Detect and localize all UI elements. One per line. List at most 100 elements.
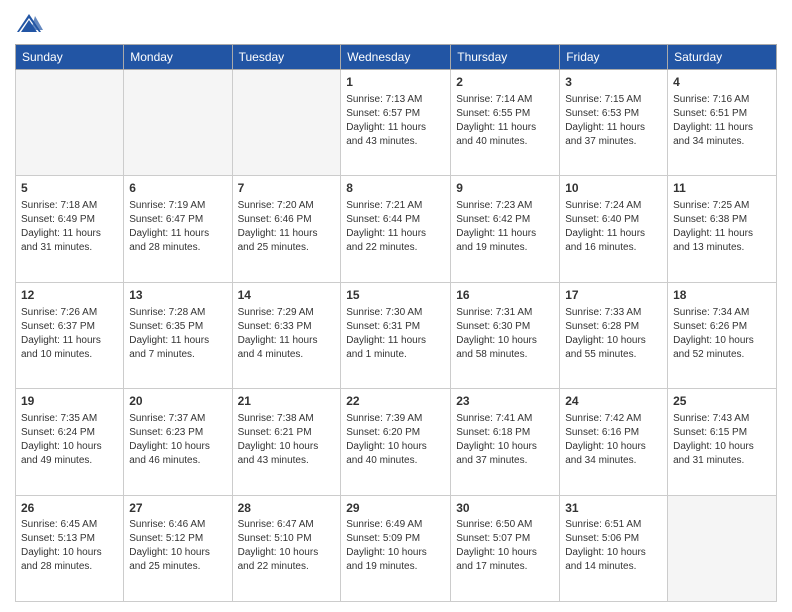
calendar-cell xyxy=(124,70,232,176)
calendar-cell: 5 Sunrise: 7:18 AM Sunset: 6:49 PM Daylig… xyxy=(16,176,124,282)
calendar-cell: 10Sunrise: 7:24 AM Sunset: 6:40 PM Dayli… xyxy=(560,176,668,282)
day-info: Sunrise: 7:35 AM Sunset: 6:24 PM Dayligh… xyxy=(21,412,118,468)
day-info: Sunrise: 7:13 AM Sunset: 6:57 PM Dayligh… xyxy=(346,93,445,149)
calendar-cell: 31Sunrise: 6:51 AM Sunset: 5:06 PM Dayli… xyxy=(560,495,668,601)
day-info: Sunrise: 7:19 AM Sunset: 6:47 PM Dayligh… xyxy=(129,199,226,255)
day-info: Sunrise: 7:41 AM Sunset: 6:18 PM Dayligh… xyxy=(456,412,554,468)
calendar-cell: 2 Sunrise: 7:14 AM Sunset: 6:55 PM Daylig… xyxy=(451,70,560,176)
day-number: 20 xyxy=(129,393,226,410)
day-info: Sunrise: 7:29 AM Sunset: 6:33 PM Dayligh… xyxy=(238,306,336,362)
day-number: 4 xyxy=(673,74,771,91)
calendar-cell: 27Sunrise: 6:46 AM Sunset: 5:12 PM Dayli… xyxy=(124,495,232,601)
calendar-cell: 29Sunrise: 6:49 AM Sunset: 5:09 PM Dayli… xyxy=(341,495,451,601)
logo xyxy=(15,10,47,38)
day-info: Sunrise: 6:50 AM Sunset: 5:07 PM Dayligh… xyxy=(456,518,554,574)
day-info: Sunrise: 7:16 AM Sunset: 6:51 PM Dayligh… xyxy=(673,93,771,149)
day-number: 25 xyxy=(673,393,771,410)
day-number: 17 xyxy=(565,287,662,304)
logo-icon xyxy=(15,10,43,38)
day-info: Sunrise: 6:49 AM Sunset: 5:09 PM Dayligh… xyxy=(346,518,445,574)
calendar-cell: 3Sunrise: 7:15 AM Sunset: 6:53 PM Daylig… xyxy=(560,70,668,176)
day-number: 14 xyxy=(238,287,336,304)
calendar-cell xyxy=(668,495,777,601)
calendar-cell: 12 Sunrise: 7:26 AM Sunset: 6:37 PM Dayli… xyxy=(16,282,124,388)
day-number: 7 xyxy=(238,180,336,197)
calendar-cell: 8 Sunrise: 7:21 AM Sunset: 6:44 PM Daylig… xyxy=(341,176,451,282)
day-info: Sunrise: 7:31 AM Sunset: 6:30 PM Dayligh… xyxy=(456,306,554,362)
calendar-cell: 26Sunrise: 6:45 AM Sunset: 5:13 PM Dayli… xyxy=(16,495,124,601)
calendar-cell: 15Sunrise: 7:30 AM Sunset: 6:31 PM Dayli… xyxy=(341,282,451,388)
day-info: Sunrise: 7:25 AM Sunset: 6:38 PM Dayligh… xyxy=(673,199,771,255)
day-number: 8 xyxy=(346,180,445,197)
day-number: 27 xyxy=(129,500,226,517)
day-info: Sunrise: 7:43 AM Sunset: 6:15 PM Dayligh… xyxy=(673,412,771,468)
col-header-friday: Friday xyxy=(560,45,668,70)
day-number: 13 xyxy=(129,287,226,304)
day-number: 22 xyxy=(346,393,445,410)
day-info: Sunrise: 7:42 AM Sunset: 6:16 PM Dayligh… xyxy=(565,412,662,468)
day-number: 11 xyxy=(673,180,771,197)
calendar-cell: 11 Sunrise: 7:25 AM Sunset: 6:38 PM Dayli… xyxy=(668,176,777,282)
day-number: 28 xyxy=(238,500,336,517)
calendar-cell: 7 Sunrise: 7:20 AM Sunset: 6:46 PM Daylig… xyxy=(232,176,341,282)
day-number: 23 xyxy=(456,393,554,410)
calendar-cell: 24 Sunrise: 7:42 AM Sunset: 6:16 PM Dayli… xyxy=(560,389,668,495)
day-number: 5 xyxy=(21,180,118,197)
header xyxy=(15,10,777,38)
week-row-1: 1Sunrise: 7:13 AM Sunset: 6:57 PM Daylig… xyxy=(16,70,777,176)
day-info: Sunrise: 6:47 AM Sunset: 5:10 PM Dayligh… xyxy=(238,518,336,574)
calendar-cell: 28Sunrise: 6:47 AM Sunset: 5:10 PM Dayli… xyxy=(232,495,341,601)
day-number: 10 xyxy=(565,180,662,197)
day-info: Sunrise: 7:23 AM Sunset: 6:42 PM Dayligh… xyxy=(456,199,554,255)
day-info: Sunrise: 6:46 AM Sunset: 5:12 PM Dayligh… xyxy=(129,518,226,574)
day-number: 29 xyxy=(346,500,445,517)
calendar-cell: 16Sunrise: 7:31 AM Sunset: 6:30 PM Dayli… xyxy=(451,282,560,388)
calendar-cell: 30Sunrise: 6:50 AM Sunset: 5:07 PM Dayli… xyxy=(451,495,560,601)
day-info: Sunrise: 7:20 AM Sunset: 6:46 PM Dayligh… xyxy=(238,199,336,255)
week-row-4: 19 Sunrise: 7:35 AM Sunset: 6:24 PM Dayli… xyxy=(16,389,777,495)
calendar-cell xyxy=(232,70,341,176)
day-info: Sunrise: 6:45 AM Sunset: 5:13 PM Dayligh… xyxy=(21,518,118,574)
week-row-5: 26Sunrise: 6:45 AM Sunset: 5:13 PM Dayli… xyxy=(16,495,777,601)
day-number: 12 xyxy=(21,287,118,304)
day-info: Sunrise: 7:39 AM Sunset: 6:20 PM Dayligh… xyxy=(346,412,445,468)
calendar-cell: 14 Sunrise: 7:29 AM Sunset: 6:33 PM Dayli… xyxy=(232,282,341,388)
day-number: 24 xyxy=(565,393,662,410)
day-info: Sunrise: 7:30 AM Sunset: 6:31 PM Dayligh… xyxy=(346,306,445,362)
day-info: Sunrise: 7:14 AM Sunset: 6:55 PM Dayligh… xyxy=(456,93,554,149)
calendar-cell: 17 Sunrise: 7:33 AM Sunset: 6:28 PM Dayli… xyxy=(560,282,668,388)
calendar-cell xyxy=(16,70,124,176)
calendar-body: 1Sunrise: 7:13 AM Sunset: 6:57 PM Daylig… xyxy=(16,70,777,602)
calendar-table: SundayMondayTuesdayWednesdayThursdayFrid… xyxy=(15,44,777,602)
page: SundayMondayTuesdayWednesdayThursdayFrid… xyxy=(0,0,792,612)
day-number: 3 xyxy=(565,74,662,91)
col-header-sunday: Sunday xyxy=(16,45,124,70)
day-number: 26 xyxy=(21,500,118,517)
day-number: 9 xyxy=(456,180,554,197)
calendar-cell: 21 Sunrise: 7:38 AM Sunset: 6:21 PM Dayli… xyxy=(232,389,341,495)
day-number: 2 xyxy=(456,74,554,91)
calendar-cell: 13Sunrise: 7:28 AM Sunset: 6:35 PM Dayli… xyxy=(124,282,232,388)
day-info: Sunrise: 7:21 AM Sunset: 6:44 PM Dayligh… xyxy=(346,199,445,255)
day-number: 21 xyxy=(238,393,336,410)
calendar-cell: 22 Sunrise: 7:39 AM Sunset: 6:20 PM Dayli… xyxy=(341,389,451,495)
day-info: Sunrise: 7:26 AM Sunset: 6:37 PM Dayligh… xyxy=(21,306,118,362)
calendar-cell: 19 Sunrise: 7:35 AM Sunset: 6:24 PM Dayli… xyxy=(16,389,124,495)
calendar-cell: 23 Sunrise: 7:41 AM Sunset: 6:18 PM Dayli… xyxy=(451,389,560,495)
calendar-cell: 4 Sunrise: 7:16 AM Sunset: 6:51 PM Daylig… xyxy=(668,70,777,176)
calendar-cell: 9 Sunrise: 7:23 AM Sunset: 6:42 PM Daylig… xyxy=(451,176,560,282)
calendar-header-row: SundayMondayTuesdayWednesdayThursdayFrid… xyxy=(16,45,777,70)
week-row-2: 5 Sunrise: 7:18 AM Sunset: 6:49 PM Daylig… xyxy=(16,176,777,282)
day-info: Sunrise: 7:18 AM Sunset: 6:49 PM Dayligh… xyxy=(21,199,118,255)
day-info: Sunrise: 7:38 AM Sunset: 6:21 PM Dayligh… xyxy=(238,412,336,468)
col-header-wednesday: Wednesday xyxy=(341,45,451,70)
day-number: 18 xyxy=(673,287,771,304)
calendar-cell: 18Sunrise: 7:34 AM Sunset: 6:26 PM Dayli… xyxy=(668,282,777,388)
day-number: 6 xyxy=(129,180,226,197)
col-header-thursday: Thursday xyxy=(451,45,560,70)
calendar-cell: 1Sunrise: 7:13 AM Sunset: 6:57 PM Daylig… xyxy=(341,70,451,176)
day-number: 19 xyxy=(21,393,118,410)
day-info: Sunrise: 7:33 AM Sunset: 6:28 PM Dayligh… xyxy=(565,306,662,362)
calendar-cell: 20Sunrise: 7:37 AM Sunset: 6:23 PM Dayli… xyxy=(124,389,232,495)
col-header-monday: Monday xyxy=(124,45,232,70)
